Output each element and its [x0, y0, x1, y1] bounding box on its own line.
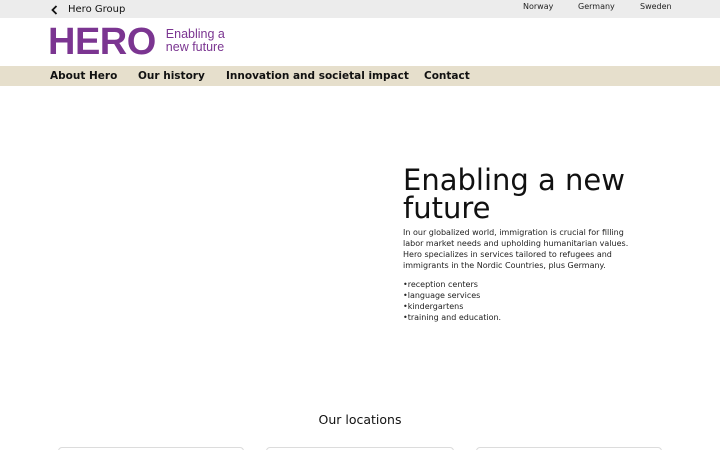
logo-tagline: Enabling a new future — [165, 27, 225, 54]
services-list: reception centers language services kind… — [403, 279, 501, 323]
nav-item-about[interactable]: About Hero — [50, 70, 117, 82]
list-item: kindergartens — [403, 301, 501, 312]
country-link-norway[interactable]: Norway — [523, 2, 553, 11]
list-item: training and education. — [403, 312, 501, 323]
list-item: language services — [403, 290, 501, 301]
hero-logo[interactable]: HERO Enabling a new future — [48, 21, 236, 63]
top-bar: Hero Group Norway Germany Sweden — [0, 0, 720, 18]
nav-item-contact[interactable]: Contact — [424, 70, 470, 82]
logo-wordmark: HERO — [48, 21, 156, 63]
back-link-label: Hero Group — [68, 3, 126, 15]
hero-title: Enabling a new future — [403, 163, 625, 225]
list-item: reception centers — [403, 279, 501, 290]
country-link-germany[interactable]: Germany — [578, 2, 615, 11]
main-nav: About Hero Our history Innovation and so… — [0, 66, 720, 86]
back-to-group-link[interactable]: Hero Group — [48, 1, 125, 17]
hero-intro-text: In our globalized world, immigration is … — [403, 228, 629, 270]
nav-item-innovation[interactable]: Innovation and societal impact — [226, 70, 409, 82]
country-link-sweden[interactable]: Sweden — [640, 2, 672, 11]
locations-heading: Our locations — [318, 412, 402, 427]
chevron-left-icon — [48, 2, 62, 16]
site-header: HERO Enabling a new future — [0, 18, 720, 66]
nav-item-history[interactable]: Our history — [138, 70, 205, 82]
